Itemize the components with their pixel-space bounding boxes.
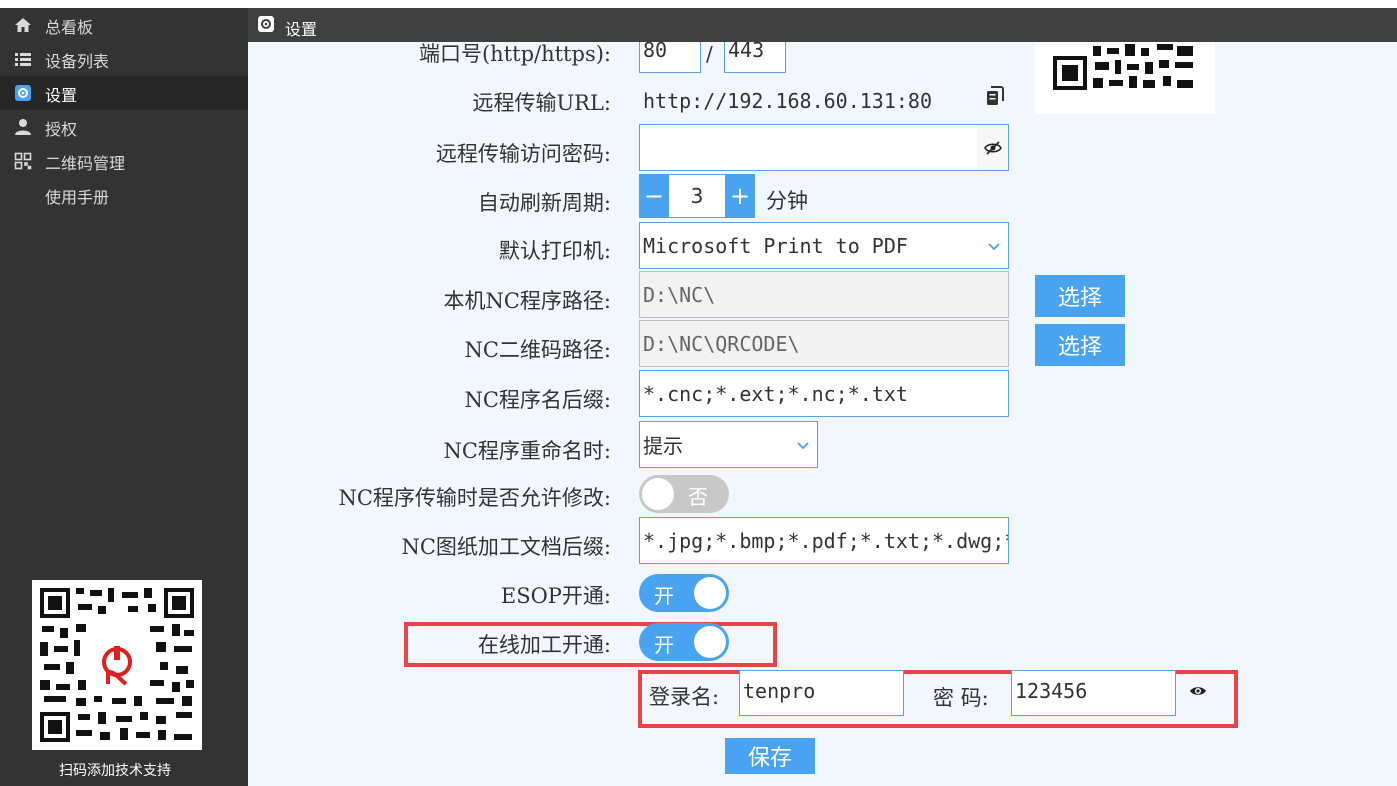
sidebar-item-manual[interactable]: 使用手册 <box>0 178 248 212</box>
save-button[interactable]: 保存 <box>725 738 815 774</box>
sidebar-item-license[interactable]: 授权 <box>0 110 248 144</box>
password-input[interactable]: 123456 <box>1011 670 1176 716</box>
doc-suffix-input[interactable]: *.jpg;*.bmp;*.pdf;*.txt;*.dwg;* <box>639 517 1009 564</box>
refresh-period-label: 自动刷新周期: <box>477 191 611 215</box>
eye-icon[interactable] <box>1189 683 1207 697</box>
chevron-down-icon <box>986 235 1002 251</box>
online-toggle[interactable]: 开 <box>639 623 729 661</box>
allow-modify-toggle[interactable]: 否 <box>639 475 729 513</box>
suffix-label: NC程序名后缀: <box>464 388 611 412</box>
sidebar-item-qrcode[interactable]: 二维码管理 <box>0 144 248 178</box>
remote-url-label: 远程传输URL: <box>472 91 611 115</box>
sidebar-item-dashboard[interactable]: 总看板 <box>0 8 248 42</box>
sidebar: 总看板 设备列表 设置 授权 二维码管理 使用手册 扫码添加技术支持 <box>0 8 248 786</box>
sidebar-item-settings[interactable]: 设置 <box>0 76 248 110</box>
https-port-input[interactable]: 443 <box>724 42 786 73</box>
toggle-state: 开 <box>654 584 674 608</box>
toggle-knob <box>642 478 674 510</box>
doc-suffix-label: NC图纸加工文档后缀: <box>401 535 611 559</box>
toggle-state: 开 <box>654 633 674 657</box>
toggle-state: 否 <box>688 485 708 509</box>
rename-select[interactable]: 提示 <box>639 421 818 468</box>
rename-value: 提示 <box>643 434 683 458</box>
printer-select[interactable]: Microsoft Print to PDF <box>639 222 1009 269</box>
remote-url-value: http://192.168.60.131:80 <box>643 89 932 113</box>
settings-form: 端口号(http/https): 80 / 443 远程传输URL: http:… <box>248 42 1397 786</box>
page-header: 设置 <box>248 8 1397 42</box>
qr-code-preview <box>1035 42 1215 114</box>
qr-path-label: NC二维码路径: <box>464 338 611 362</box>
copy-icon[interactable] <box>986 86 1004 106</box>
username-input[interactable]: tenpro <box>739 670 904 716</box>
sidebar-item-devices[interactable]: 设备列表 <box>0 42 248 76</box>
page-title: 设置 <box>285 20 318 39</box>
nc-path-label: 本机NC程序路径: <box>443 289 611 313</box>
port-separator: / <box>706 42 713 66</box>
suffix-input[interactable]: *.cnc;*.ext;*.nc;*.txt <box>639 370 1009 417</box>
toggle-knob <box>694 577 726 609</box>
esop-toggle[interactable]: 开 <box>639 574 729 612</box>
qr-path-input: D:\NC\QRCODE\ <box>639 320 1009 367</box>
sidebar-item-label: 总看板 <box>45 18 94 37</box>
chevron-down-icon <box>795 434 811 450</box>
username-label: 登录名: <box>649 685 720 709</box>
choose-nc-path-button[interactable]: 选择 <box>1035 275 1125 317</box>
refresh-period-input[interactable]: 3 <box>669 174 725 218</box>
remote-password-label: 远程传输访问密码: <box>435 142 611 166</box>
allow-modify-label: NC程序传输时是否允许修改: <box>338 486 611 510</box>
nc-path-input: D:\NC\ <box>639 271 1009 318</box>
port-label: 端口号(http/https): <box>418 42 611 66</box>
gear-icon <box>14 84 32 102</box>
list-icon <box>14 50 32 68</box>
top-strip <box>0 0 1397 8</box>
eye-off-icon[interactable] <box>977 125 1008 170</box>
online-label: 在线加工开通: <box>477 633 611 657</box>
sidebar-item-label: 设置 <box>45 86 78 105</box>
support-qr-code <box>32 580 202 750</box>
toggle-knob <box>694 626 726 658</box>
gear-icon <box>257 15 275 33</box>
sidebar-item-label: 设备列表 <box>45 52 110 71</box>
increment-button[interactable]: + <box>725 174 755 218</box>
default-printer-label: 默认打印机: <box>498 239 611 263</box>
qr-caption: 扫码添加技术支持 <box>59 763 171 779</box>
remote-password-input[interactable] <box>639 124 1009 171</box>
password-label: 密 码: <box>933 686 989 710</box>
decrement-button[interactable]: − <box>639 174 669 218</box>
user-icon <box>14 118 32 136</box>
qrcode-icon <box>14 152 32 170</box>
esop-label: ESOP开通: <box>500 584 611 608</box>
home-icon <box>14 16 32 34</box>
sidebar-item-label: 授权 <box>45 120 78 139</box>
refresh-unit: 分钟 <box>766 189 808 213</box>
http-port-input[interactable]: 80 <box>639 42 701 73</box>
printer-value: Microsoft Print to PDF <box>643 233 908 258</box>
choose-qr-path-button[interactable]: 选择 <box>1035 324 1125 366</box>
rename-label: NC程序重命名时: <box>443 439 611 463</box>
sidebar-item-label: 使用手册 <box>45 188 110 207</box>
sidebar-item-label: 二维码管理 <box>45 154 126 173</box>
